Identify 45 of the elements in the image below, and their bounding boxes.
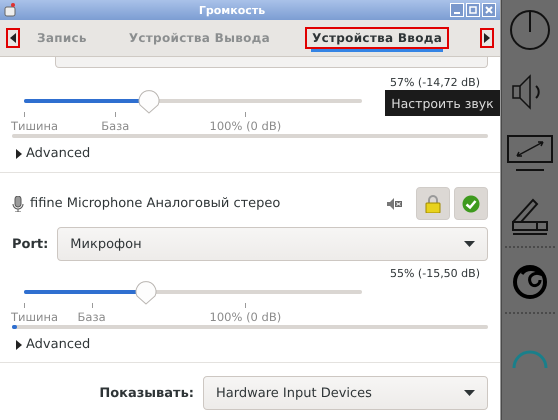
volume-reading: 55% (-15,50 dB) — [390, 267, 480, 280]
close-button[interactable] — [482, 3, 496, 17]
power-icon[interactable] — [508, 8, 552, 52]
app-icon — [4, 3, 16, 17]
device-name: fifine Microphone Аналоговый стерео — [30, 196, 282, 211]
show-label: Показывать: — [99, 386, 194, 400]
maximize-button[interactable] — [466, 3, 480, 17]
scanner-icon[interactable] — [509, 196, 551, 236]
slider-mark-label: 100% (0 dB) — [210, 310, 282, 324]
tooltip: Настроить звук — [385, 90, 500, 116]
right-arrow-icon — [484, 33, 490, 43]
volume-slider[interactable] — [24, 99, 362, 103]
tab[interactable]: Устройства Ввода — [305, 27, 450, 49]
maximize-icon — [469, 6, 477, 14]
slider-mark-label: Тишина — [11, 119, 58, 133]
slider-thumb[interactable] — [134, 281, 158, 305]
expander-icon — [16, 340, 22, 350]
device-filter-dropdown[interactable]: Hardware Input Devices — [203, 376, 488, 410]
default-device-button[interactable] — [454, 187, 488, 220]
expander-icon — [16, 148, 22, 158]
slider-mark-label: 100% (0 dB) — [210, 119, 282, 133]
window-title: Громкость — [198, 4, 266, 16]
muted-speaker-icon[interactable] — [387, 198, 403, 210]
lock-button[interactable] — [416, 187, 450, 220]
advanced-expander[interactable]: Advanced — [16, 337, 90, 352]
volume-slider[interactable] — [24, 290, 362, 294]
microphone-icon — [12, 196, 24, 212]
checkmark-icon — [462, 194, 480, 212]
close-icon — [485, 6, 493, 14]
minimize-button[interactable] — [450, 3, 464, 17]
display-icon[interactable] — [507, 134, 553, 174]
slider-mark-label: Тишина — [11, 310, 58, 324]
port-dropdown[interactable]: Микрофон — [57, 227, 488, 261]
slider-mark-label: База — [101, 119, 130, 133]
slider-thumb[interactable] — [137, 90, 162, 114]
scroll-right-button[interactable] — [480, 28, 494, 48]
left-arrow-icon — [10, 33, 16, 43]
slider-mark-label: База — [78, 310, 106, 324]
caret-icon — [464, 241, 475, 247]
advanced-expander[interactable]: Advanced — [16, 146, 90, 161]
padlock-icon — [425, 194, 441, 212]
scroll-left-button[interactable] — [6, 28, 20, 48]
port-label: Port: — [12, 236, 48, 252]
volume-reading: 57% (-14,72 dB) — [390, 76, 480, 89]
caret-icon — [464, 390, 475, 396]
